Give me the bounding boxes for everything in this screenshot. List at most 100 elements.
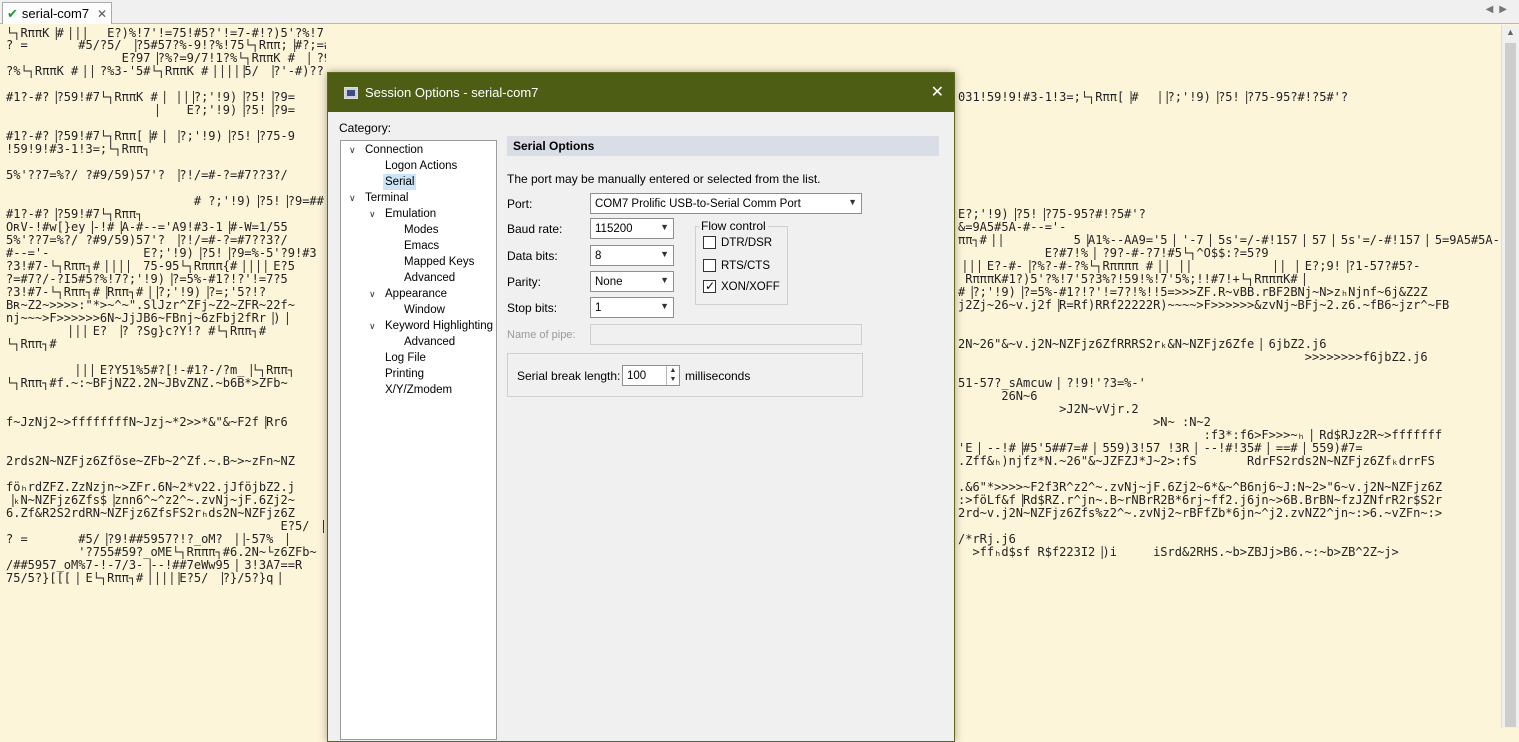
terminal-line: 5%'??7=%?/ ?#9/59)57'? ▕?!/=#-?=#7??3?/ [6, 234, 288, 247]
parity-label: Parity: [507, 275, 542, 289]
stop-bits-value: 1 [595, 301, 602, 314]
parity-value: None [595, 275, 623, 288]
checkbox-box[interactable] [703, 236, 716, 249]
panel-title: Serial Options [507, 136, 939, 156]
chevron-down-icon[interactable]: ∨ [369, 206, 376, 222]
terminal-line: ?3!#7-└┐Rππ┐#▕Rππ┐#▕▕?;'!9)▕?=;'5?!? [6, 286, 267, 299]
spin-buttons-icon[interactable]: ▲ ▼ [666, 366, 679, 385]
serial-break-value[interactable]: 100 [627, 370, 646, 382]
terminal-line: ▕▕▕ E?-#-▕?%?-#-?%└┐Rππππ #▕▕ ▕▕ ▕▕ ▕ E?… [958, 260, 1421, 273]
chevron-down-icon[interactable]: ∨ [349, 142, 356, 158]
terminal-line: :>föLf&f▕Rd$RZ.r^jn~.B~rNBrR2B*6rj~ff2.j… [958, 494, 1443, 507]
parity-select[interactable]: None ▼ [590, 271, 674, 292]
checkbox-label: RTS/CTS [721, 259, 770, 272]
port-label: Port: [507, 197, 533, 211]
terminal-line: 2rds2N~NZFjz6Zföse~ZFb~2^Zf.~.B~>~zFn~NZ [6, 455, 295, 468]
baud-rate-value: 115200 [595, 222, 633, 235]
terminal-line: Bʀ~Z2~>>>>:"*>~^~".SlJzr^ZFj~Z2~ZFR~22f~ [6, 299, 295, 312]
flow-control-group: Flow control DTR/DSR RTS/CTS XON/XOFF [695, 219, 788, 305]
dtr-dsr-checkbox[interactable]: DTR/DSR [703, 236, 772, 249]
terminal-line: 26N~6 [958, 390, 1038, 403]
terminal-line: >ffₕd$sf R$f223I2▕)i iSrd&2RHS.~b>ZBJj>B… [958, 546, 1399, 559]
serial-break-unit: milliseconds [685, 369, 751, 383]
tree-item-label: Mapped Keys [404, 256, 475, 268]
terminal-line: /##5957_oM%7-!-7/3-▕--!##7eWw95▕ 3!3A7==… [6, 559, 303, 572]
terminal-line: 6.Zf&R2S2rdRN~NZFjz6ZfsFS2rₕds2N~NZFjz6Z [6, 507, 295, 520]
data-bits-select[interactable]: 8 ▼ [590, 245, 674, 266]
checkbox-box[interactable] [703, 279, 716, 293]
tab-close-icon[interactable]: ✕ [97, 7, 107, 21]
checkbox-label: XON/XOFF [721, 280, 780, 293]
tree-item-label: Printing [385, 368, 424, 380]
window-app-icon [344, 86, 358, 99]
tree-item-label: Modes [404, 224, 439, 236]
chevron-down-icon[interactable]: ▼ [660, 249, 669, 259]
terminal-line: 5%'??7=%?/ ?#9/59)57'? ▕?!/=#-?=#7??3?/ [6, 169, 288, 182]
serial-break-group: Serial break length: 100 ▲ ▼ milliseconds [507, 353, 863, 397]
terminal-line: 031!59!9!#3-1!3=;└┐Rππ[▕# ▕▕?;'!9)▕?5!▕?… [958, 91, 1349, 104]
terminal-line: >N~ :N~2 [958, 416, 1211, 429]
terminal-line: #--='- E?;'!9)▕?5!▕?9=%-5'?9!#3 [6, 247, 317, 260]
checkbox-box[interactable] [703, 259, 716, 272]
tree-item-label: Emacs [404, 240, 440, 252]
terminal-line: 75/5?}[[[▕ E└┐Rππ┐#▕▕▕▕▕E?5/ ▕?}/5?}q▕ [6, 572, 281, 585]
serial-break-label: Serial break length: [517, 369, 621, 383]
scrollbar-thumb[interactable] [1505, 43, 1516, 727]
checkbox-label: DTR/DSR [721, 236, 773, 249]
category-tree[interactable]: ∨ Connection Logon Actions Serial ∨ Terminal ∨… [340, 140, 497, 740]
tree-item-label: Log File [385, 352, 426, 364]
terminal-line: # ?;'!9)▕?5!▕?9=##!?3 [6, 195, 326, 208]
terminal-line: j2Zj~26~v.j2f▕R=Rf)RRf22222R)~~~~>F>>>>>… [958, 299, 1450, 312]
port-value: COM7 Prolific USB-to-Serial Comm Port [595, 197, 801, 210]
tree-item-label: Keyword Highlighting [385, 320, 494, 332]
chevron-down-icon[interactable]: ▼ [660, 301, 669, 311]
terminal-line: >J2N~vVjr.2 [958, 403, 1139, 416]
stop-bits-select[interactable]: 1 ▼ [590, 297, 674, 318]
tree-item-label: Logon Actions [385, 160, 458, 172]
pipe-name-input [590, 324, 862, 345]
dialog-close-icon[interactable]: ✕ [931, 82, 944, 102]
rts-cts-checkbox[interactable]: RTS/CTS [703, 259, 770, 272]
terminal-line: f~JzNj2~>ffffffffN~Jzj~*2>>*&"&~F2f▕Rr6 [6, 416, 288, 429]
stop-bits-label: Stop bits: [507, 301, 558, 315]
xon-xoff-checkbox[interactable]: XON/XOFF [703, 279, 780, 293]
pipe-name-label: Name of pipe: [507, 329, 576, 341]
dialog-title: Session Options - serial-com7 [365, 85, 539, 100]
port-combobox[interactable]: COM7 Prolific USB-to-Serial Comm Port ▼ [590, 193, 862, 214]
terminal-line: ππ┐#▕▕ 5▕A1%--AA9='5▕ '-7▕ 5s'=/-#!157▕ … [958, 234, 1498, 247]
terminal-line: OʀV-!#w[}ey▕-!#▕A-#--='A9!#3-1▕#-W=1/55 [6, 221, 288, 234]
tree-item-label: Advanced [404, 336, 456, 348]
baud-rate-combobox[interactable]: 115200 ▼ [590, 218, 674, 239]
tree-item-label: Serial [383, 174, 417, 190]
tab-scroll-arrows[interactable]: ◀▶ [1486, 4, 1513, 15]
chevron-down-icon[interactable]: ▼ [660, 275, 669, 285]
terminal-line: E?5/ ▕ [6, 520, 324, 533]
tree-item-label: Terminal [365, 192, 409, 204]
terminal-line: :f3*:f6>F>>>~ₕ▕ Rd$RJz2R~>fffffff [958, 429, 1443, 442]
chevron-down-icon[interactable]: ∨ [369, 318, 376, 334]
scroll-up-icon[interactable]: ▲ [1506, 27, 1515, 37]
tree-item-label: Window [404, 304, 445, 316]
terminal-line: &=9A5#5A-#--='- [958, 221, 1067, 234]
chevron-down-icon[interactable]: ∨ [349, 190, 356, 206]
terminal-line: ▕▕▕ E?Y51%5#?[!-#1?-/?m_▕└┐Rππ┐ [6, 364, 295, 377]
serial-break-spinner[interactable]: 100 ▲ ▼ [622, 365, 680, 386]
terminal-line: '?755#59?_oME└┐Rπππ┐#6.2N~└z6ZFb~ [6, 546, 317, 559]
terminal-line: RπππK#1?)5'?%!7'5?3%?!59!%!7'5%;!!#7!+└┐… [958, 273, 1305, 286]
tab-serial-com7[interactable]: ✔ serial-com7 ✕ [2, 2, 112, 24]
terminal-line: >>>>>>>>f6jbZ2.j6 [958, 351, 1428, 364]
terminal-scrollbar[interactable]: ▲ [1501, 25, 1519, 728]
tree-item-label: Connection [365, 144, 424, 156]
terminal-line: 51-57?_sAmcuw▕ ?!9!'?3=%-' [958, 377, 1146, 390]
tree-item-label: Appearance [385, 288, 448, 300]
terminal-line: !59!9!#3-1!3=;└┐Rππ┐ [6, 143, 151, 156]
terminal-line: #1?-#?▕?59!#7└┐RππK #▕ ▕▕▕?;'!9)▕?5!▕?9= [6, 91, 295, 104]
chevron-down-icon[interactable]: ∨ [369, 286, 376, 302]
terminal-line: .&6"*>>>>~F2f3R^z2^~.zvNj~jF.6Zj2~6*&~^B… [958, 481, 1443, 494]
terminal-line: ? = #5/?5/ ▕?5#57?%-9!?%!75└┐Rππ;▕#?;=#▕… [6, 39, 326, 52]
dialog-titlebar[interactable]: Session Options - serial-com7 ✕ [328, 73, 954, 112]
chevron-down-icon[interactable]: ▼ [660, 222, 669, 232]
chevron-down-icon[interactable]: ▼ [848, 197, 857, 207]
terminal-line: └┐Rππ┐# [6, 338, 57, 351]
terminal-line: ▕ₖN~NZFjz6Zfs$▕znn6^~^z2^~.zvNj~jF.6Zj2~ [6, 494, 295, 507]
